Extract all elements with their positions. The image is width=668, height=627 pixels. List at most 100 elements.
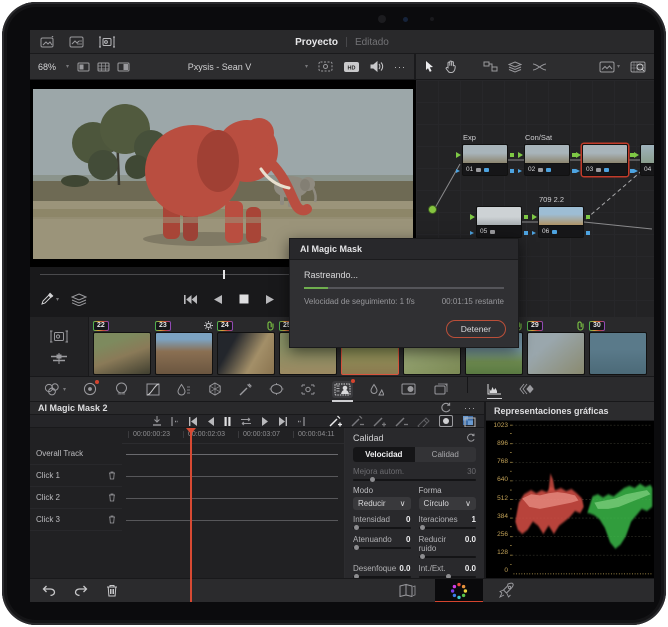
reverse-icon[interactable] — [207, 417, 215, 426]
lightbox-icon[interactable] — [98, 36, 116, 48]
clip-name-dropdown[interactable]: Pxysis - Sean V — [136, 62, 303, 72]
stroke-add-icon[interactable] — [373, 415, 386, 427]
timeline-ruler[interactable]: 00:00:00:23 00:00:02:03 00:00:03:07 00:0… — [122, 428, 344, 444]
color-page-button[interactable] — [435, 579, 483, 602]
go-to-start-button[interactable] — [183, 294, 197, 305]
param-iteraciones[interactable]: Iteraciones1 — [419, 515, 477, 534]
node-key-in[interactable] — [470, 231, 474, 235]
camera-hd-icon[interactable]: HD — [343, 61, 360, 73]
node-05[interactable]: 05 — [476, 206, 522, 238]
hdr-wheel-icon[interactable]: HDR — [114, 382, 129, 396]
clip-22[interactable]: 22 — [91, 319, 153, 376]
redo-button[interactable] — [74, 585, 88, 596]
node-key-out[interactable] — [510, 169, 514, 173]
play-button[interactable] — [265, 294, 275, 305]
mask-overlay-icon[interactable] — [462, 415, 476, 427]
trash-icon[interactable] — [108, 471, 116, 480]
power-window-icon[interactable] — [269, 383, 284, 395]
shape-select[interactable]: Círculo∨ — [419, 497, 477, 510]
speaker-icon[interactable] — [370, 61, 384, 72]
lightbox-icon[interactable] — [49, 330, 69, 343]
node-02[interactable]: Con/Sat 02 — [524, 144, 570, 176]
source-node-dot[interactable] — [428, 205, 437, 214]
clip-out-icon[interactable] — [297, 417, 305, 426]
node-01[interactable]: Exp 01 — [462, 144, 508, 176]
node-key-in[interactable] — [456, 169, 460, 173]
node-key-out[interactable] — [524, 231, 528, 235]
param-intensidad[interactable]: Intensidad0 — [353, 515, 411, 534]
key-icon[interactable] — [401, 383, 416, 395]
qualifier-droplet-icon[interactable] — [177, 383, 191, 396]
trash-button[interactable] — [106, 584, 118, 597]
node-key-out[interactable] — [586, 231, 590, 235]
track-row-click3[interactable]: Click 3 — [30, 509, 122, 531]
node-key-in[interactable] — [518, 169, 522, 173]
pause-icon[interactable] — [224, 417, 231, 426]
clip-thumbnail[interactable] — [217, 332, 275, 375]
panel-more-options[interactable]: ··· — [464, 403, 476, 413]
timeline-playhead[interactable] — [190, 428, 192, 602]
clip-in-icon[interactable] — [171, 417, 179, 426]
keyframes-icon[interactable] — [519, 383, 535, 395]
trash-icon[interactable] — [108, 493, 116, 502]
node-input-port[interactable] — [634, 152, 639, 158]
param-atenuando[interactable]: Atenuando0 — [353, 535, 411, 563]
layers-icon[interactable] — [508, 61, 522, 73]
play-reverse-button[interactable] — [213, 294, 223, 305]
picker-wand-icon[interactable] — [239, 383, 252, 396]
eyedropper-icon[interactable] — [40, 292, 54, 306]
reset-icon[interactable] — [440, 402, 452, 414]
mask-add-wand-icon[interactable] — [329, 415, 342, 427]
grid-view-icon[interactable] — [97, 62, 110, 72]
tab-velocidad[interactable]: Velocidad — [353, 447, 415, 462]
project-tab[interactable]: Proyecto — [295, 37, 338, 48]
split-view-icon[interactable] — [117, 62, 130, 72]
clip-thumbnail[interactable] — [527, 332, 585, 375]
color-wheels-icon[interactable]: ▾ — [44, 383, 66, 396]
clip-thumbnail[interactable] — [93, 332, 151, 375]
stop-button[interactable]: Detener — [446, 320, 506, 338]
tab-calidad[interactable]: Calidad — [415, 447, 477, 462]
stop-button[interactable] — [239, 294, 249, 304]
lut-browser-icon[interactable] — [630, 61, 646, 73]
track-row-click2[interactable]: Click 2 — [30, 487, 122, 509]
param-reducir-ruido[interactable]: Reducir ruido0.0 — [419, 535, 477, 563]
stills-icon[interactable] — [69, 36, 84, 48]
stills-gallery-icon[interactable]: ▾ — [599, 61, 620, 73]
node-04[interactable]: 04 — [640, 144, 654, 176]
cursor-tool-icon[interactable] — [424, 60, 435, 73]
clip-thumbnail[interactable] — [155, 332, 213, 375]
node-06[interactable]: 709 2.2 06 — [538, 206, 584, 238]
node-input-port[interactable] — [470, 214, 475, 220]
curves-icon[interactable] — [146, 383, 160, 396]
reset-icon[interactable] — [466, 433, 476, 443]
clip-30[interactable]: 30 — [587, 319, 649, 376]
pan-hand-icon[interactable] — [445, 60, 457, 73]
color-warper-icon[interactable] — [208, 382, 222, 396]
undo-button[interactable] — [42, 585, 56, 596]
blur-icon[interactable] — [370, 383, 384, 396]
node-output-port[interactable] — [510, 153, 514, 157]
ping-pong-icon[interactable] — [240, 417, 252, 426]
deliver-page-icon[interactable] — [498, 582, 515, 599]
node-key-in[interactable] — [634, 169, 638, 173]
clip-23[interactable]: 23 — [153, 319, 215, 376]
trash-icon[interactable] — [108, 515, 116, 524]
stroke-subtract-icon[interactable] — [395, 415, 408, 427]
primaries-wheel-icon[interactable] — [83, 382, 97, 396]
mask-subtract-wand-icon[interactable] — [351, 415, 364, 427]
eraser-icon[interactable] — [417, 415, 430, 427]
sizing-icon[interactable] — [433, 383, 448, 396]
node-input-port[interactable] — [532, 214, 537, 220]
node-output-port[interactable] — [586, 215, 590, 219]
forward-icon[interactable] — [261, 417, 269, 426]
node-input-port[interactable] — [518, 152, 523, 158]
node-input-port[interactable] — [456, 152, 461, 158]
node-03-selected[interactable]: 03 — [582, 144, 628, 176]
clip-24[interactable]: 24 — [215, 319, 277, 376]
node-connect-icon[interactable] — [483, 61, 498, 72]
zoom-level[interactable]: 68% — [38, 62, 56, 72]
clip-29[interactable]: 29 — [525, 319, 587, 376]
node-key-in[interactable] — [532, 231, 536, 235]
overlay-toggle[interactable] — [439, 415, 453, 427]
